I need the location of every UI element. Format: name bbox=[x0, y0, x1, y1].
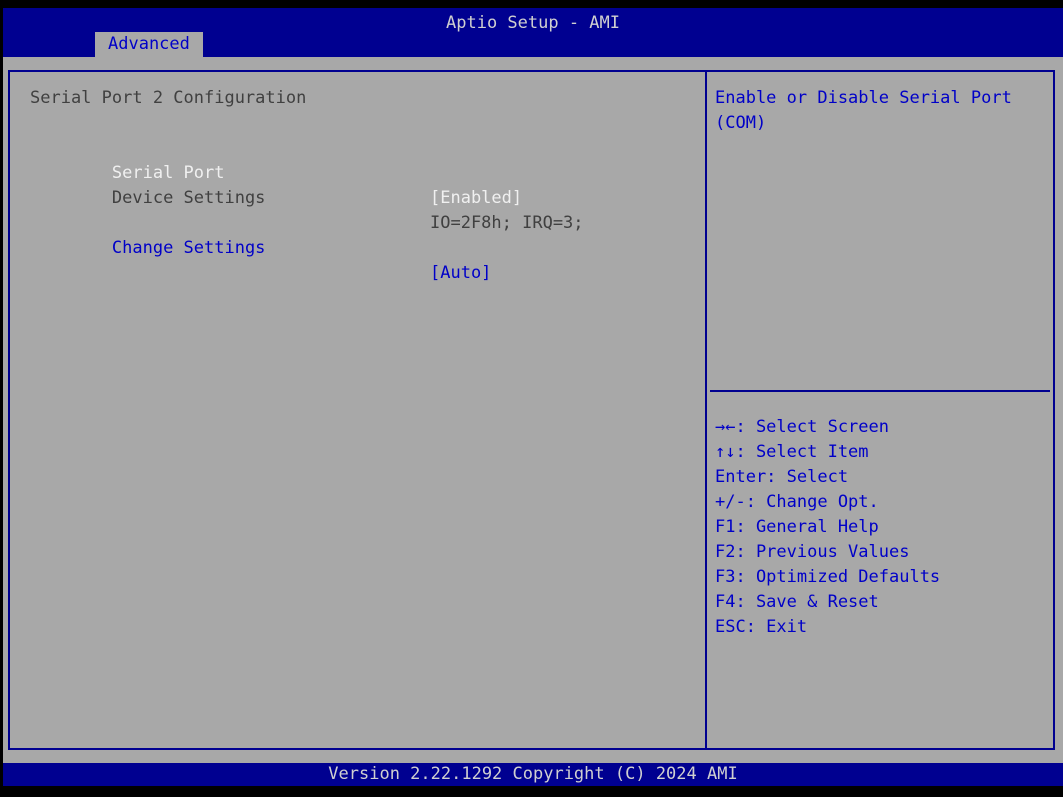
bios-setup-screen: { "titlebar": { "title": "Aptio Setup - … bbox=[0, 0, 1063, 797]
help-pane: Enable or Disable Serial Port (COM) →←: … bbox=[707, 72, 1053, 748]
setting-row-device-settings: Device Settings IO=2F8h; IRQ=3; bbox=[10, 161, 705, 233]
setting-row-change-settings[interactable]: Change Settings [Auto] bbox=[10, 211, 705, 283]
help-text: Enable or Disable Serial Port (COM) bbox=[715, 88, 1012, 133]
setting-label: Device Settings bbox=[111, 188, 266, 208]
hotkey-change-opt: +/-: Change Opt. bbox=[715, 492, 879, 512]
titlebar: Aptio Setup - AMI Advanced bbox=[3, 8, 1063, 57]
hotkey-select-screen: →←: Select Screen bbox=[715, 417, 889, 437]
app-title: Aptio Setup - AMI bbox=[446, 13, 620, 33]
footer-bar: Version 2.22.1292 Copyright (C) 2024 AMI bbox=[3, 763, 1063, 786]
version-text: Version 2.22.1292 Copyright (C) 2024 AMI bbox=[328, 764, 738, 784]
setting-value: [Auto] bbox=[430, 263, 492, 283]
hotkey-select-item: ↑↓: Select Item bbox=[715, 442, 869, 462]
hotkey-f3-optimized-defaults: F3: Optimized Defaults bbox=[715, 567, 941, 587]
hotkey-enter-select: Enter: Select bbox=[715, 467, 849, 487]
settings-pane: Serial Port 2 Configuration Serial Port … bbox=[10, 72, 705, 748]
hotkey-legend: →←: Select Screen ↑↓: Select Item Enter:… bbox=[715, 415, 1049, 640]
hotkey-f1-general-help: F1: General Help bbox=[715, 517, 879, 537]
main-frame: Serial Port 2 Configuration Serial Port … bbox=[8, 70, 1055, 750]
tab-advanced[interactable]: Advanced bbox=[95, 32, 203, 57]
setting-label: Change Settings bbox=[111, 238, 266, 258]
setting-row-serial-port[interactable]: Serial Port [Enabled] bbox=[10, 136, 705, 208]
hotkey-f2-previous-values: F2: Previous Values bbox=[715, 542, 910, 562]
hotkey-esc-exit: ESC: Exit bbox=[715, 617, 808, 637]
help-hotkeys-divider bbox=[710, 390, 1050, 392]
setting-value: [Enabled] bbox=[430, 188, 523, 208]
hotkey-f4-save-reset: F4: Save & Reset bbox=[715, 592, 879, 612]
section-title: Serial Port 2 Configuration bbox=[30, 88, 307, 108]
screen: Aptio Setup - AMI Advanced Serial Port 2… bbox=[3, 8, 1063, 786]
